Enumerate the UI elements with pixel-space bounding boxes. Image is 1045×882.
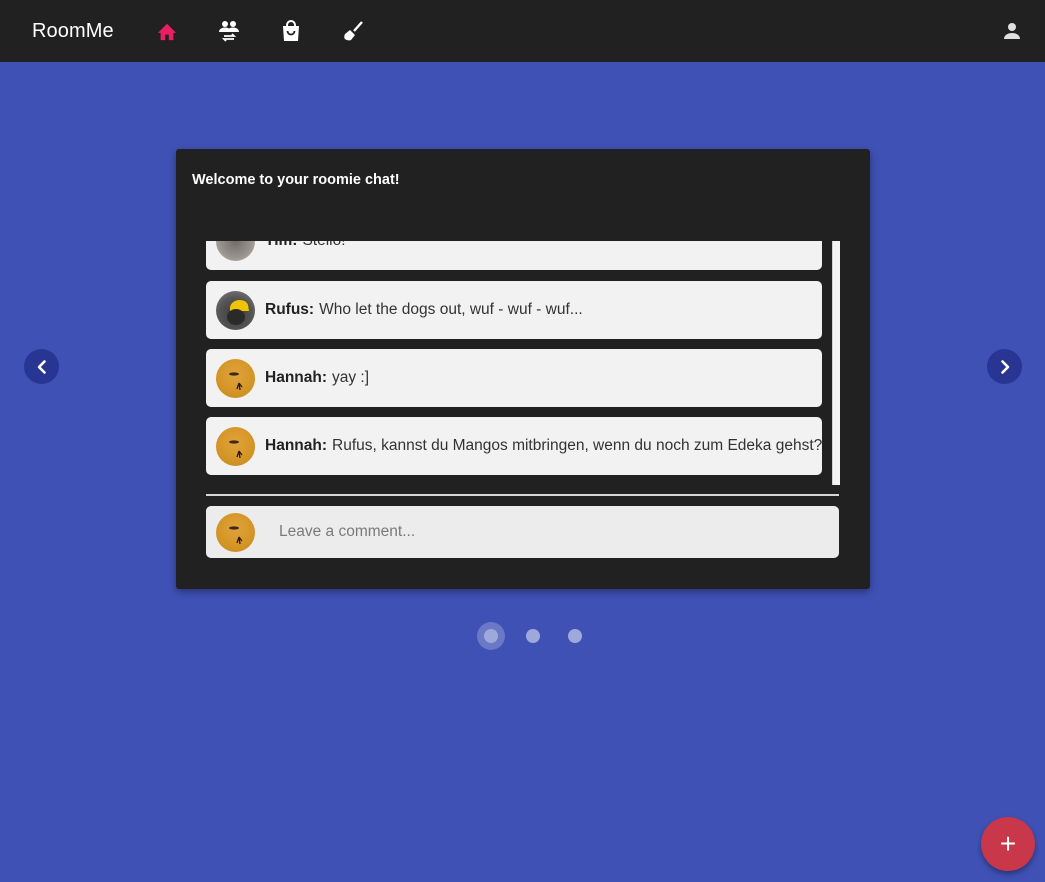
message-text: Rufus, kannst du Mangos mitbringen, wenn… xyxy=(332,437,823,454)
scrollbar-thumb[interactable] xyxy=(832,241,840,485)
carousel-prev-button[interactable] xyxy=(24,349,59,384)
chat-message: Hannah: yay :] xyxy=(206,349,822,407)
chat-message: Hannah: Rufus, kannst du Mangos mitbringe… xyxy=(206,417,822,475)
chat-message: Tim: Stello! xyxy=(206,241,822,270)
message-author: Hannah: xyxy=(265,369,327,386)
add-fab-button[interactable]: + xyxy=(981,817,1035,871)
message-author: Tim: xyxy=(265,241,297,249)
avatar-photo-icon xyxy=(229,371,243,390)
profile-button[interactable] xyxy=(1000,19,1024,43)
message-text: yay :] xyxy=(332,369,370,386)
carousel-dot-3[interactable] xyxy=(568,629,582,643)
avatar-photo-icon xyxy=(229,525,243,544)
chevron-left-icon xyxy=(37,359,46,374)
comment-box[interactable] xyxy=(206,506,839,558)
home-icon xyxy=(157,23,176,41)
shopping-bag-icon xyxy=(282,20,299,41)
chat-scrollbar[interactable] xyxy=(832,241,840,485)
app-bar: RoomMe xyxy=(0,0,1045,62)
people-swap-icon xyxy=(218,21,239,42)
person-icon xyxy=(1004,23,1020,39)
avatar-photo-icon xyxy=(229,439,243,458)
avatar-photo-icon xyxy=(227,299,249,325)
carousel-dot-2[interactable] xyxy=(526,629,540,643)
chevron-right-icon xyxy=(1000,359,1009,374)
avatar xyxy=(216,426,255,466)
carousel-next-button[interactable] xyxy=(987,349,1022,384)
chat-title: Welcome to your roomie chat! xyxy=(192,172,400,188)
avatar xyxy=(216,512,255,552)
plus-icon: + xyxy=(999,828,1017,859)
nav-roommates-button[interactable] xyxy=(198,0,260,62)
message-author: Hannah: xyxy=(265,437,327,454)
message-text: Who let the dogs out, wuf - wuf - wuf... xyxy=(319,301,583,318)
chat-message: Rufus: Who let the dogs out, wuf - wuf - … xyxy=(206,281,822,339)
nav-cleaning-button[interactable] xyxy=(322,0,384,62)
message-text: Stello! xyxy=(302,241,345,249)
brand-title[interactable]: RoomMe xyxy=(32,20,114,43)
comment-input[interactable] xyxy=(279,523,799,541)
avatar xyxy=(216,241,255,261)
chat-message-list[interactable]: Tim: Stello! Rufus:Who let the dogs out, … xyxy=(206,241,840,485)
message-author: Rufus: xyxy=(265,301,315,318)
avatar xyxy=(216,358,255,398)
carousel-dot-1[interactable] xyxy=(484,629,498,643)
avatar xyxy=(216,290,255,330)
broom-icon xyxy=(343,21,363,41)
nav-shopping-button[interactable] xyxy=(260,0,322,62)
chat-card: Welcome to your roomie chat! Tim: Stello!… xyxy=(176,149,870,589)
nav-home-button[interactable] xyxy=(136,0,198,62)
divider xyxy=(206,494,839,496)
